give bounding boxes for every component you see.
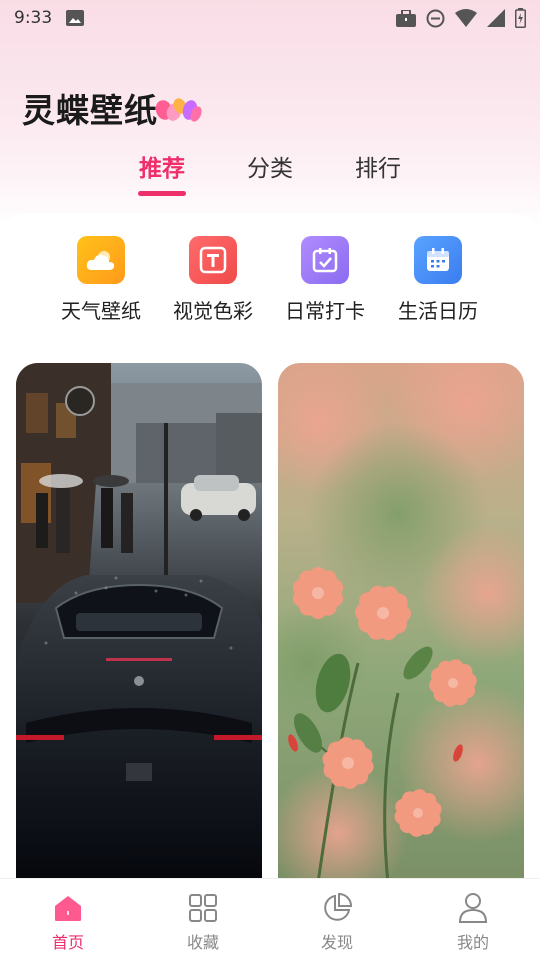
quick-entry-label: 生活日历 [398, 299, 478, 323]
nav-home[interactable]: 首页 [23, 891, 113, 953]
tab-ranking[interactable]: 排行 [343, 149, 413, 183]
wifi-icon [455, 9, 477, 27]
pie-chart-icon [292, 891, 382, 925]
nav-discover[interactable]: 发现 [292, 891, 382, 953]
tab-categories[interactable]: 分类 [235, 149, 305, 183]
calendar-check-icon [301, 236, 349, 284]
do-not-disturb-icon [426, 9, 445, 28]
status-time: 9:33 [14, 8, 53, 28]
nav-profile[interactable]: 我的 [428, 891, 518, 953]
quick-entry-visual-color[interactable]: 视觉色彩 [158, 236, 268, 324]
nav-label: 发现 [320, 933, 353, 952]
battery-charging-icon [515, 8, 526, 28]
wallpaper-image-car [16, 363, 262, 883]
nav-label: 收藏 [186, 933, 219, 952]
wallpaper-image-flowers [278, 363, 524, 883]
quick-entry-label: 天气壁纸 [61, 299, 141, 323]
quick-entry-daily-checkin[interactable]: 日常打卡 [270, 236, 380, 324]
image-icon [66, 10, 85, 26]
text-t-icon [189, 236, 237, 284]
top-tabs: 推荐 分类 排行 [0, 145, 540, 205]
quick-entry-weather-wallpaper[interactable]: 天气壁纸 [46, 236, 156, 324]
app-title: 灵蝶壁纸 [22, 80, 204, 136]
quick-entries: 天气壁纸 视觉色彩 日常打卡 生活日历 [0, 214, 540, 344]
wallpaper-card-car[interactable] [16, 363, 262, 883]
nav-favorites[interactable]: 收藏 [158, 891, 248, 953]
wallpaper-card-flowers[interactable] [278, 363, 524, 883]
home-icon [23, 891, 113, 925]
bottom-navigation: 首页 收藏 发现 我的 [0, 878, 540, 960]
weather-cloud-icon [77, 236, 125, 284]
active-tab-indicator [138, 191, 186, 196]
quick-entry-life-calendar[interactable]: 生活日历 [383, 236, 493, 324]
butterfly-logo-icon [152, 96, 204, 136]
user-icon [428, 891, 518, 925]
quick-entry-label: 视觉色彩 [173, 299, 253, 323]
tab-recommend[interactable]: 推荐 [127, 149, 197, 183]
nav-label: 我的 [456, 933, 489, 952]
signal-icon [487, 9, 505, 27]
calendar-icon [414, 236, 462, 284]
app-title-text: 灵蝶壁纸 [22, 91, 158, 130]
quick-entry-label: 日常打卡 [285, 299, 365, 323]
grid-icon [158, 891, 248, 925]
status-bar: 9:33 [0, 0, 540, 36]
briefcase-icon [396, 9, 416, 27]
nav-label: 首页 [51, 933, 84, 952]
